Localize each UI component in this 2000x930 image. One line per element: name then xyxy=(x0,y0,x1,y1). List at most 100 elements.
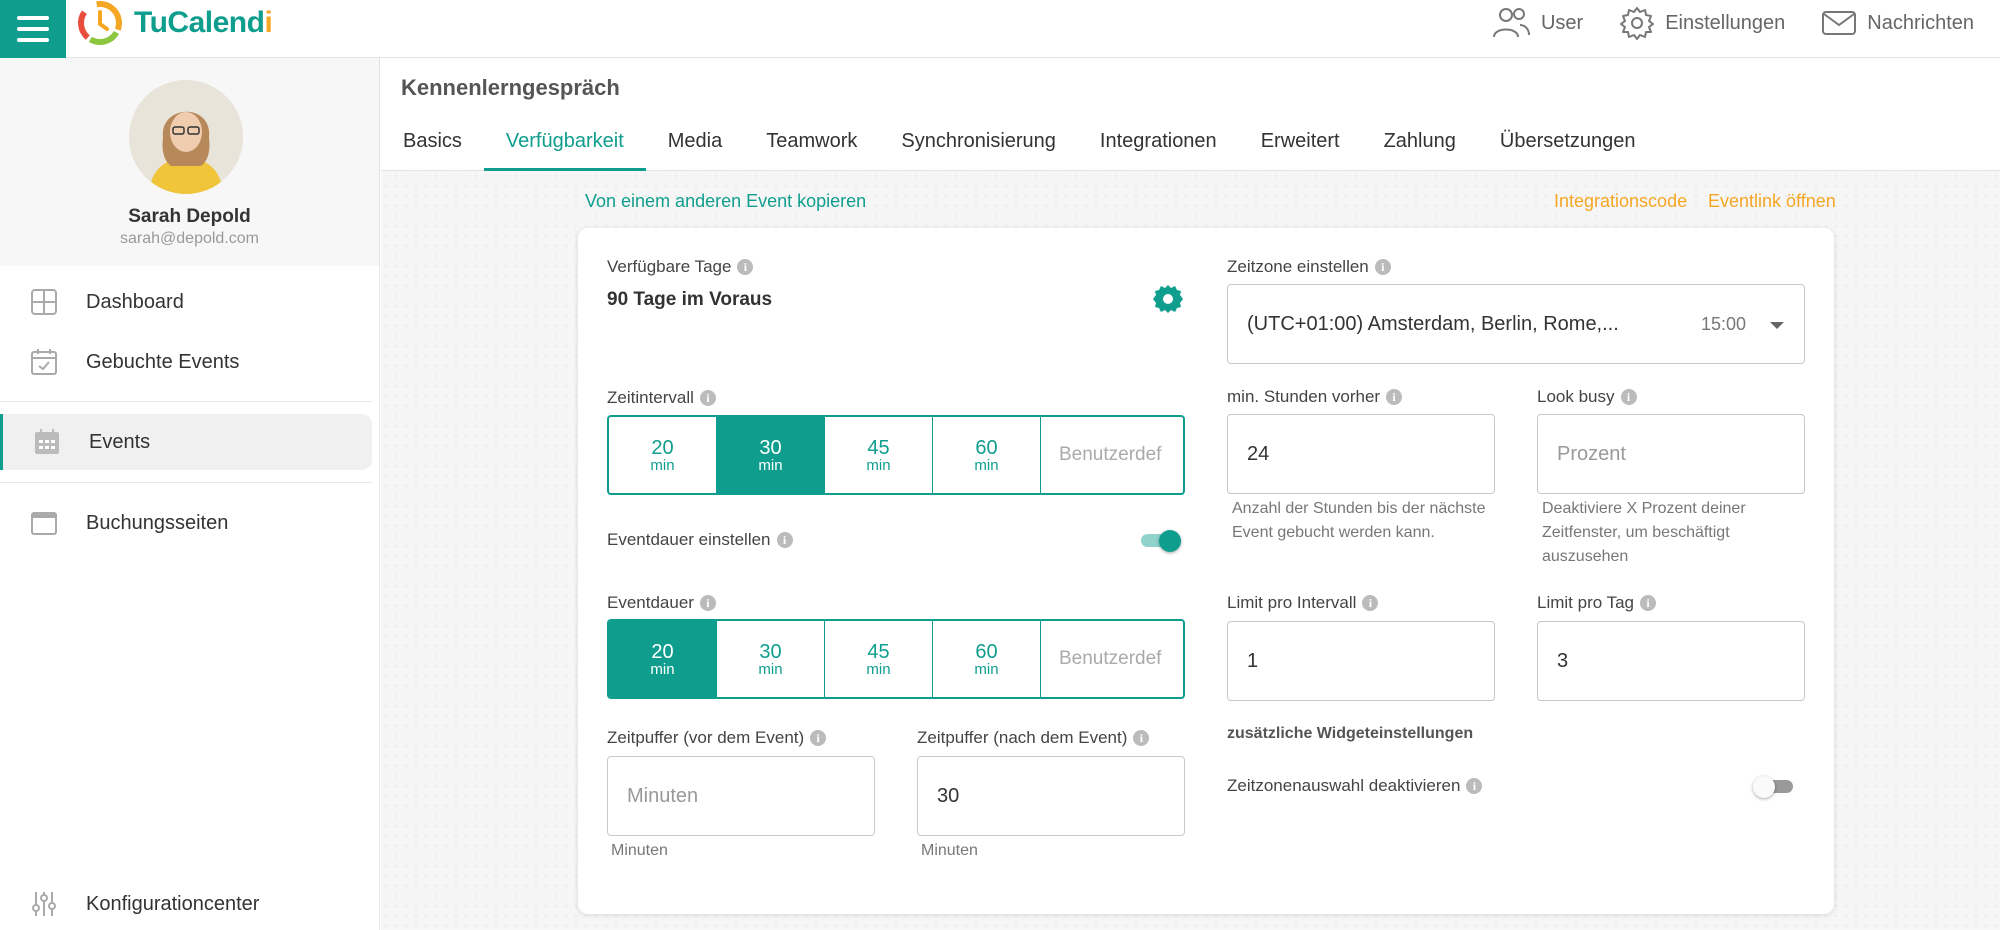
time-interval-selector: 20 min 30 min 45 min 60 min Benutzerdef xyxy=(607,415,1185,495)
interval-option-30[interactable]: 30 min xyxy=(717,417,825,493)
info-icon[interactable]: i xyxy=(737,259,754,275)
tab-media[interactable]: Media xyxy=(646,114,744,171)
sidebar-item-label: Dashboard xyxy=(86,290,184,313)
browser-window-icon xyxy=(31,512,57,535)
interval-option-45[interactable]: 45 min xyxy=(825,417,933,493)
messages-link[interactable]: Nachrichten xyxy=(1821,5,1974,41)
menu-bar-line xyxy=(17,38,49,42)
option-unit: min xyxy=(758,660,783,678)
tab-payment[interactable]: Zahlung xyxy=(1362,114,1478,171)
copy-from-event-link[interactable]: Von einem anderen Event kopieren xyxy=(585,191,866,212)
buffer-after-input[interactable]: 30 xyxy=(917,756,1185,836)
interval-option-20[interactable]: 20 min xyxy=(609,417,717,493)
profile-email: sarah@depold.com xyxy=(120,230,259,247)
open-event-link[interactable]: Eventlink öffnen xyxy=(1708,191,1836,212)
info-icon[interactable]: i xyxy=(1466,778,1483,794)
limit-interval-label-text: Limit pro Intervall xyxy=(1227,593,1357,612)
min-hours-input[interactable]: 24 xyxy=(1227,414,1495,494)
option-unit: min xyxy=(758,456,783,474)
sidebar-item-booked-events[interactable]: Gebuchte Events xyxy=(0,334,372,390)
min-hours-label: min. Stunden vorher i xyxy=(1227,387,1403,407)
tab-translations[interactable]: Übersetzungen xyxy=(1478,114,1658,171)
menu-bar-line xyxy=(17,16,49,20)
integration-code-link[interactable]: Integrationscode xyxy=(1554,191,1687,212)
tab-advanced[interactable]: Erweitert xyxy=(1239,114,1362,171)
disable-timezone-toggle[interactable] xyxy=(1753,776,1797,798)
info-icon[interactable]: i xyxy=(1620,389,1637,405)
buffer-before-helper: Minuten xyxy=(611,842,668,859)
avatar-image xyxy=(129,80,243,194)
hamburger-menu-button[interactable] xyxy=(0,0,66,58)
option-unit: min xyxy=(866,660,891,678)
toggle-knob xyxy=(1753,776,1775,798)
duration-option-30[interactable]: 30 min xyxy=(717,621,825,697)
info-icon[interactable]: i xyxy=(699,595,716,611)
tab-bar: Basics Verfügbarkeit Media Teamwork Sync… xyxy=(381,114,1658,171)
top-right-nav: User Einstellungen Nachrichten xyxy=(1489,0,1974,46)
min-hours-helper: Anzahl der Stunden bis der nächste Event… xyxy=(1232,500,1486,541)
info-icon[interactable]: i xyxy=(1374,259,1391,275)
profile-section: Sarah Depold sarah@depold.com xyxy=(0,58,379,266)
limit-interval-label: Limit pro Intervall i xyxy=(1227,593,1379,613)
look-busy-label-text: Look busy xyxy=(1537,387,1615,406)
option-number: 45 xyxy=(867,436,890,459)
buffer-before-input[interactable]: Minuten xyxy=(607,756,875,836)
option-number: 20 xyxy=(651,436,674,459)
sidebar-item-events[interactable]: Events xyxy=(0,414,372,470)
sliders-icon xyxy=(32,892,56,916)
info-icon[interactable]: i xyxy=(810,730,827,746)
timezone-select[interactable]: (UTC+01:00) Amsterdam, Berlin, Rome,... … xyxy=(1227,284,1805,364)
info-icon[interactable]: i xyxy=(1133,730,1150,746)
duration-label: Eventdauer i xyxy=(607,593,716,613)
tab-teamwork[interactable]: Teamwork xyxy=(744,114,879,171)
min-hours-label-text: min. Stunden vorher xyxy=(1227,387,1381,406)
tab-sync[interactable]: Synchronisierung xyxy=(879,114,1078,171)
user-link[interactable]: User xyxy=(1489,5,1583,41)
set-duration-label: Eventdauer einstellen i xyxy=(607,530,793,550)
duration-selector: 20 min 30 min 45 min 60 min Benutzerdef xyxy=(607,619,1185,699)
logo[interactable]: TuCalendi xyxy=(76,0,273,46)
limit-interval-input[interactable]: 1 xyxy=(1227,621,1495,701)
info-icon[interactable]: i xyxy=(1640,595,1657,611)
settings-link[interactable]: Einstellungen xyxy=(1619,5,1785,41)
gear-icon[interactable] xyxy=(1152,283,1184,315)
available-days-value: 90 Tage im Voraus xyxy=(607,289,773,310)
duration-option-20[interactable]: 20 min xyxy=(609,621,717,697)
buffer-after-helper: Minuten xyxy=(921,842,978,859)
mail-icon xyxy=(1822,11,1857,35)
sidebar-item-dashboard[interactable]: Dashboard xyxy=(0,274,372,330)
option-number: 60 xyxy=(975,640,998,663)
option-number: 60 xyxy=(975,436,998,459)
dashboard-icon xyxy=(31,289,57,315)
set-duration-label-text: Eventdauer einstellen xyxy=(607,530,771,549)
sidebar-item-config-center[interactable]: Konfigurationcenter xyxy=(0,876,372,930)
limit-day-input[interactable]: 3 xyxy=(1537,621,1805,701)
sidebar: Sarah Depold sarah@depold.com Dashboard … xyxy=(0,58,380,930)
avatar[interactable] xyxy=(129,80,243,194)
duration-option-45[interactable]: 45 min xyxy=(825,621,933,697)
gear-icon xyxy=(1620,7,1655,40)
info-icon[interactable]: i xyxy=(1386,389,1403,405)
sidebar-item-label: Gebuchte Events xyxy=(86,350,240,373)
duration-custom-input[interactable]: Benutzerdef xyxy=(1041,621,1181,697)
page-title: Kennenlerngespräch xyxy=(401,75,620,100)
buffer-before-label: Zeitpuffer (vor dem Event) i xyxy=(607,728,827,748)
calendar-grid-icon xyxy=(35,429,59,454)
info-icon[interactable]: i xyxy=(776,532,793,548)
interval-custom-input[interactable]: Benutzerdef xyxy=(1041,417,1181,493)
info-icon[interactable]: i xyxy=(1362,595,1379,611)
option-unit: min xyxy=(974,456,999,474)
tab-basics[interactable]: Basics xyxy=(381,114,484,171)
buffer-after-label-text: Zeitpuffer (nach dem Event) xyxy=(917,728,1128,747)
duration-option-60[interactable]: 60 min xyxy=(933,621,1041,697)
logo-text-part: TuCal xyxy=(134,6,213,39)
tab-availability[interactable]: Verfügbarkeit xyxy=(483,114,646,171)
interval-option-60[interactable]: 60 min xyxy=(933,417,1041,493)
info-icon[interactable]: i xyxy=(699,390,716,406)
tab-integrations[interactable]: Integrationen xyxy=(1078,114,1239,171)
option-number: 30 xyxy=(759,436,782,459)
look-busy-input[interactable]: Prozent xyxy=(1537,414,1805,494)
settings-label: Einstellungen xyxy=(1665,11,1786,34)
set-duration-toggle[interactable] xyxy=(1137,530,1181,552)
sidebar-item-booking-pages[interactable]: Buchungsseiten xyxy=(0,495,372,551)
